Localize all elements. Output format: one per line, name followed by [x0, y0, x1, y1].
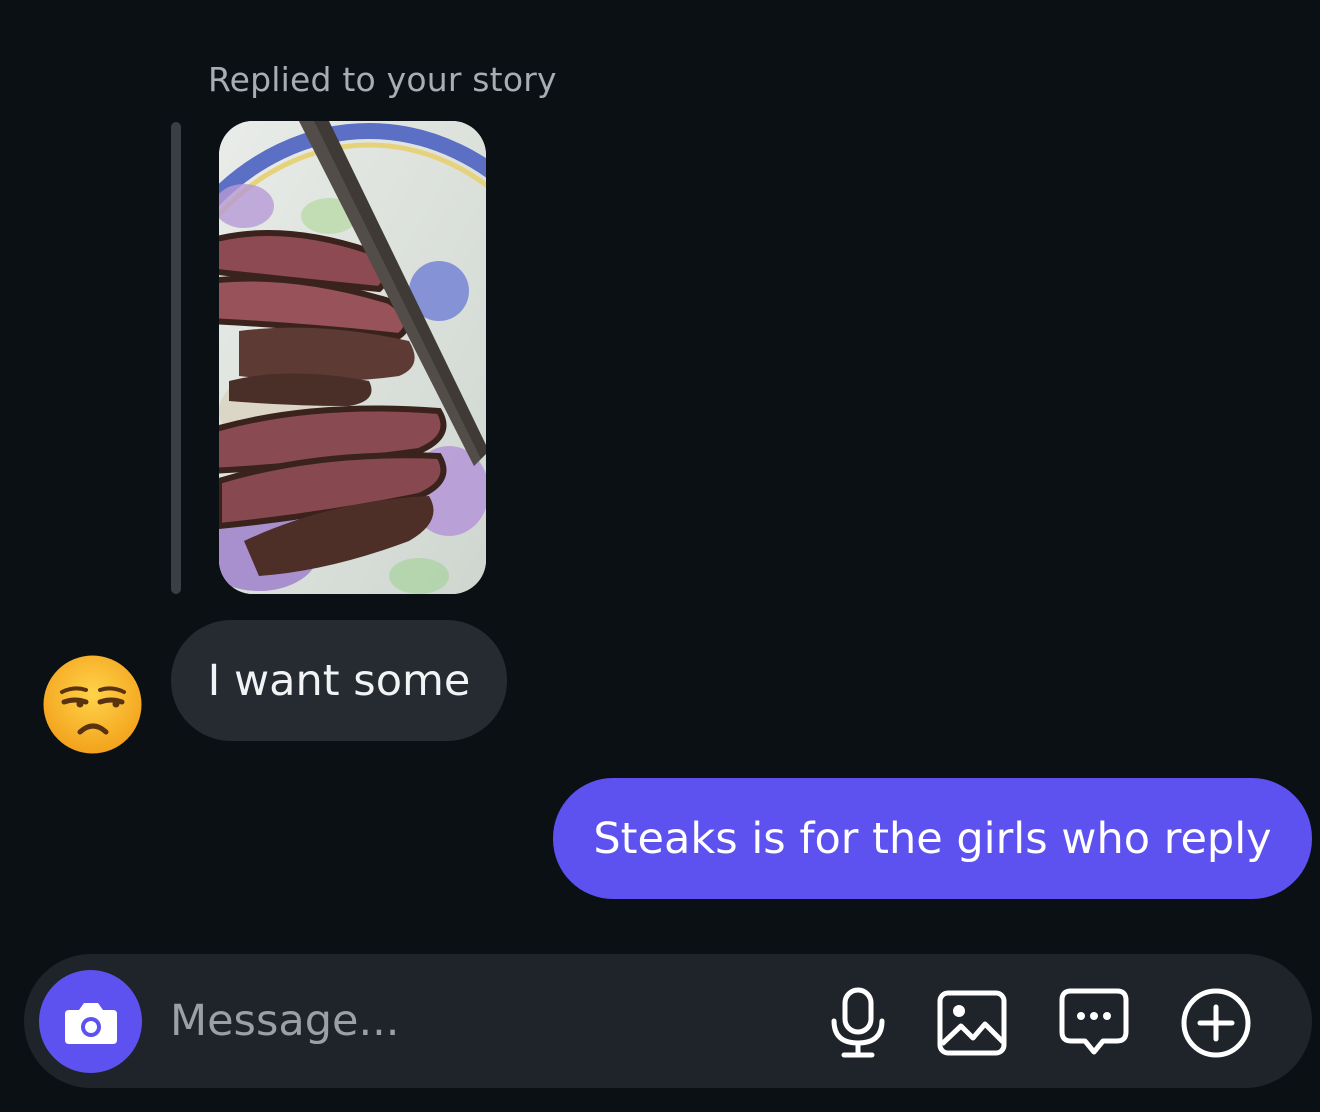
unamused-emoji-avatar[interactable] — [42, 654, 143, 755]
sticker-chat-button[interactable] — [1056, 985, 1132, 1061]
gallery-icon — [937, 990, 1007, 1056]
camera-button[interactable] — [39, 970, 142, 1073]
story-thumbnail[interactable] — [219, 121, 486, 594]
unamused-face-icon — [43, 655, 142, 754]
reply-indicator-bar — [171, 122, 181, 594]
add-button[interactable] — [1178, 985, 1254, 1061]
incoming-message-text: I want some — [207, 655, 471, 706]
message-input[interactable] — [170, 988, 770, 1054]
camera-icon — [64, 1002, 117, 1044]
story-reply-label: Replied to your story — [208, 60, 557, 99]
add-icon — [1181, 988, 1251, 1058]
gallery-button[interactable] — [934, 985, 1010, 1061]
microphone-icon — [831, 987, 885, 1058]
outgoing-message-bubble[interactable]: Steaks is for the girls who reply — [553, 778, 1312, 899]
dm-thread-screen: Replied to your story I want some Steaks… — [0, 0, 1320, 1112]
incoming-message-bubble[interactable]: I want some — [171, 620, 507, 741]
sticker-chat-icon — [1059, 988, 1129, 1055]
outgoing-message-text: Steaks is for the girls who reply — [593, 813, 1272, 864]
voice-message-button[interactable] — [820, 985, 896, 1061]
steak-photo-image — [219, 121, 486, 594]
